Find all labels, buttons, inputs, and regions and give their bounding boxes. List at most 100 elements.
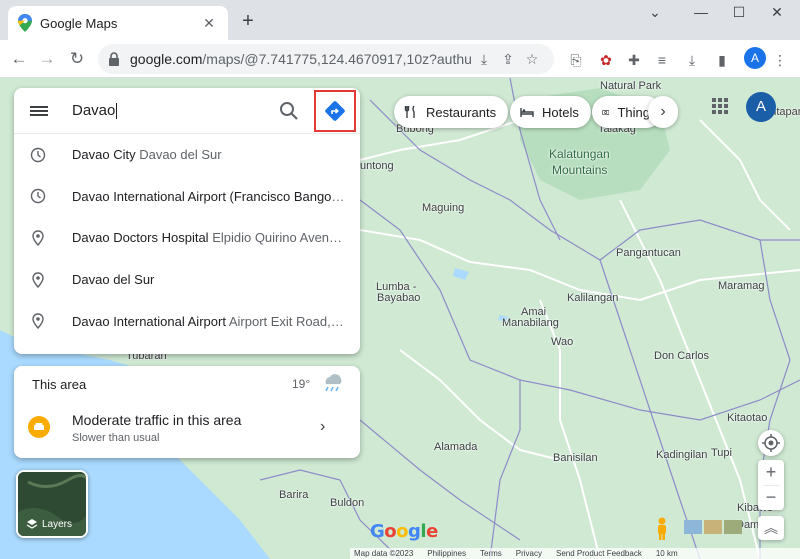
browser-menu-icon[interactable]: ⋮ [770,50,790,70]
extensions-puzzle-icon[interactable]: ✚ [624,50,644,70]
tab-search-chevron-icon[interactable]: ⌄ [640,4,670,21]
map-place-label[interactable]: Buldon [330,497,364,509]
map-place-label[interactable]: Kalilangan [567,292,618,304]
thumbnail-imagery-1[interactable] [684,520,702,534]
side-panel-icon[interactable]: ▮ [712,50,732,70]
map-place-label[interactable]: Kitaotao [727,412,767,424]
pin-icon [32,271,44,288]
url-path: /maps/@7.741775,124.4670917,10z?authuse.… [202,51,472,67]
suggestion-item[interactable]: Davao International Airport (Francisco B… [14,176,360,218]
back-icon[interactable]: ← [8,48,30,70]
url-host: google.com [130,51,203,67]
thumbnail-imagery-3[interactable] [724,520,742,534]
suggestion-name: Doctors Hospital [109,230,209,246]
fork-knife-icon [404,105,415,118]
chips-next-icon[interactable]: › [648,96,678,128]
tab-close-icon[interactable]: ✕ [200,15,218,32]
zoom-in-icon[interactable]: + [758,460,784,485]
history-icon [30,147,46,162]
chevron-right-icon[interactable]: › [320,418,325,436]
map-place-label[interactable]: Wao [551,336,573,348]
footer-item[interactable]: Privacy [516,549,542,558]
map-place-label[interactable]: Bayabao [377,292,420,304]
my-location-button[interactable] [758,430,784,456]
layers-text: Layers [42,518,73,530]
suggestion-text: Davao International Airport Airport Exit… [72,314,346,329]
suggestion-match: Davao [72,313,110,329]
install-app-icon[interactable]: ⤓ [472,51,496,68]
suggestion-match: Davao [72,188,110,204]
area-title: This area [32,377,87,392]
map-place-label[interactable]: Manabilang [502,317,559,329]
map-place-label[interactable]: Barira [279,489,308,501]
map-place-label[interactable]: Natural Park [600,80,661,92]
map-footer: Map data ©2023 Philippines Terms Privacy Sen… [350,548,800,559]
search-row: Davao [14,88,360,134]
forward-icon[interactable]: → [36,48,58,70]
area-info-card[interactable]: This area 19° Moderate traffic in this a… [14,366,360,458]
map-place-label[interactable]: Tupi [711,447,732,459]
google-logo: Google [370,521,438,542]
window-close-icon[interactable]: ✕ [762,4,792,21]
suggestion-list: Davao City Davao del Sur Davao Internatio… [14,134,360,342]
map-place-label[interactable]: Pangantucan [616,247,681,259]
map-place-label[interactable]: Mountains [552,163,607,177]
pin-icon [32,230,44,246]
suggestion-item[interactable]: Davao del Sur [14,259,360,301]
traffic-title: Moderate traffic in this area [72,412,242,428]
area-temperature: 19° [292,377,311,391]
map-place-label[interactable]: Alamada [434,441,477,453]
suggestion-item[interactable]: Davao City Davao del Sur [14,134,360,176]
reload-icon[interactable]: ↻ [66,48,88,70]
zoom-out-icon[interactable]: − [758,486,784,510]
menu-icon[interactable] [14,104,64,118]
footer-item[interactable]: Terms [480,549,502,558]
screenshot-extension-icon[interactable]: ⎘ [566,50,586,70]
directions-icon [325,101,345,121]
map-place-label[interactable]: Banisilan [553,452,598,464]
search-icon[interactable] [278,100,300,122]
zoom-controls: + − [758,460,784,510]
footer-item: Map data ©2023 [354,549,414,558]
chip-label: Hotels [542,104,579,120]
browser-profile-avatar[interactable]: A [744,47,766,69]
new-tab-icon[interactable]: + [238,10,258,33]
google-apps-icon[interactable] [712,98,728,114]
directions-button[interactable] [314,90,356,132]
address-bar[interactable]: google.com/maps/@7.741775,124.4670917,10… [98,44,554,74]
share-icon[interactable]: ⇪ [496,51,520,68]
map-place-label[interactable]: untong [360,160,394,172]
map-place-label[interactable]: Maguing [422,202,464,214]
tab-google-maps[interactable]: Google Maps ✕ [8,6,228,40]
suggestion-detail: Elpidio Quirino Avenue... [212,230,346,246]
expand-chevron-icon[interactable]: ︽ [758,516,784,540]
chip-hotels[interactable]: Hotels [510,96,591,128]
download-icon[interactable]: ⤓ [682,50,702,70]
map-place-label[interactable]: Don Carlos [654,350,709,362]
pegman-icon[interactable] [652,516,672,542]
suggestion-item[interactable]: Davao Doctors Hospital Elpidio Quirino A… [14,217,360,259]
imagery-thumbnails[interactable] [684,518,744,536]
suggestion-item[interactable]: Davao International Airport Airport Exit… [14,300,360,342]
pin-icon [32,313,44,330]
browser-toolbar: ← → ↻ google.com/maps/@7.741775,124.4670… [0,40,800,78]
chip-restaurants[interactable]: Restaurants [394,96,509,128]
minimize-icon[interactable]: — [686,4,716,20]
car-icon [28,416,50,438]
thumbnail-imagery-2[interactable] [704,520,722,534]
maximize-icon[interactable]: ☐ [724,4,754,21]
layers-button[interactable]: Layers [16,470,88,538]
map-place-label[interactable]: Kadingilan [656,449,707,461]
map-place-label[interactable]: Maramag [718,280,764,292]
suggestion-detail: Airport Exit Road, B... [228,313,346,329]
media-queue-icon[interactable]: ≡ [652,50,672,70]
suggestion-text: Davao Doctors Hospital Elpidio Quirino A… [72,230,346,245]
bookmark-star-icon[interactable]: ☆ [520,51,544,68]
footer-item[interactable]: Send Product Feedback [556,549,642,558]
map-place-label[interactable]: Kalatungan [549,147,610,161]
account-avatar[interactable]: A [746,92,776,122]
layers-label: Layers [26,518,72,530]
suggestion-detail: Davao del Sur [139,147,222,163]
extension-icon[interactable]: ✿ [596,50,616,70]
suggestion-match: Davao [72,272,110,288]
